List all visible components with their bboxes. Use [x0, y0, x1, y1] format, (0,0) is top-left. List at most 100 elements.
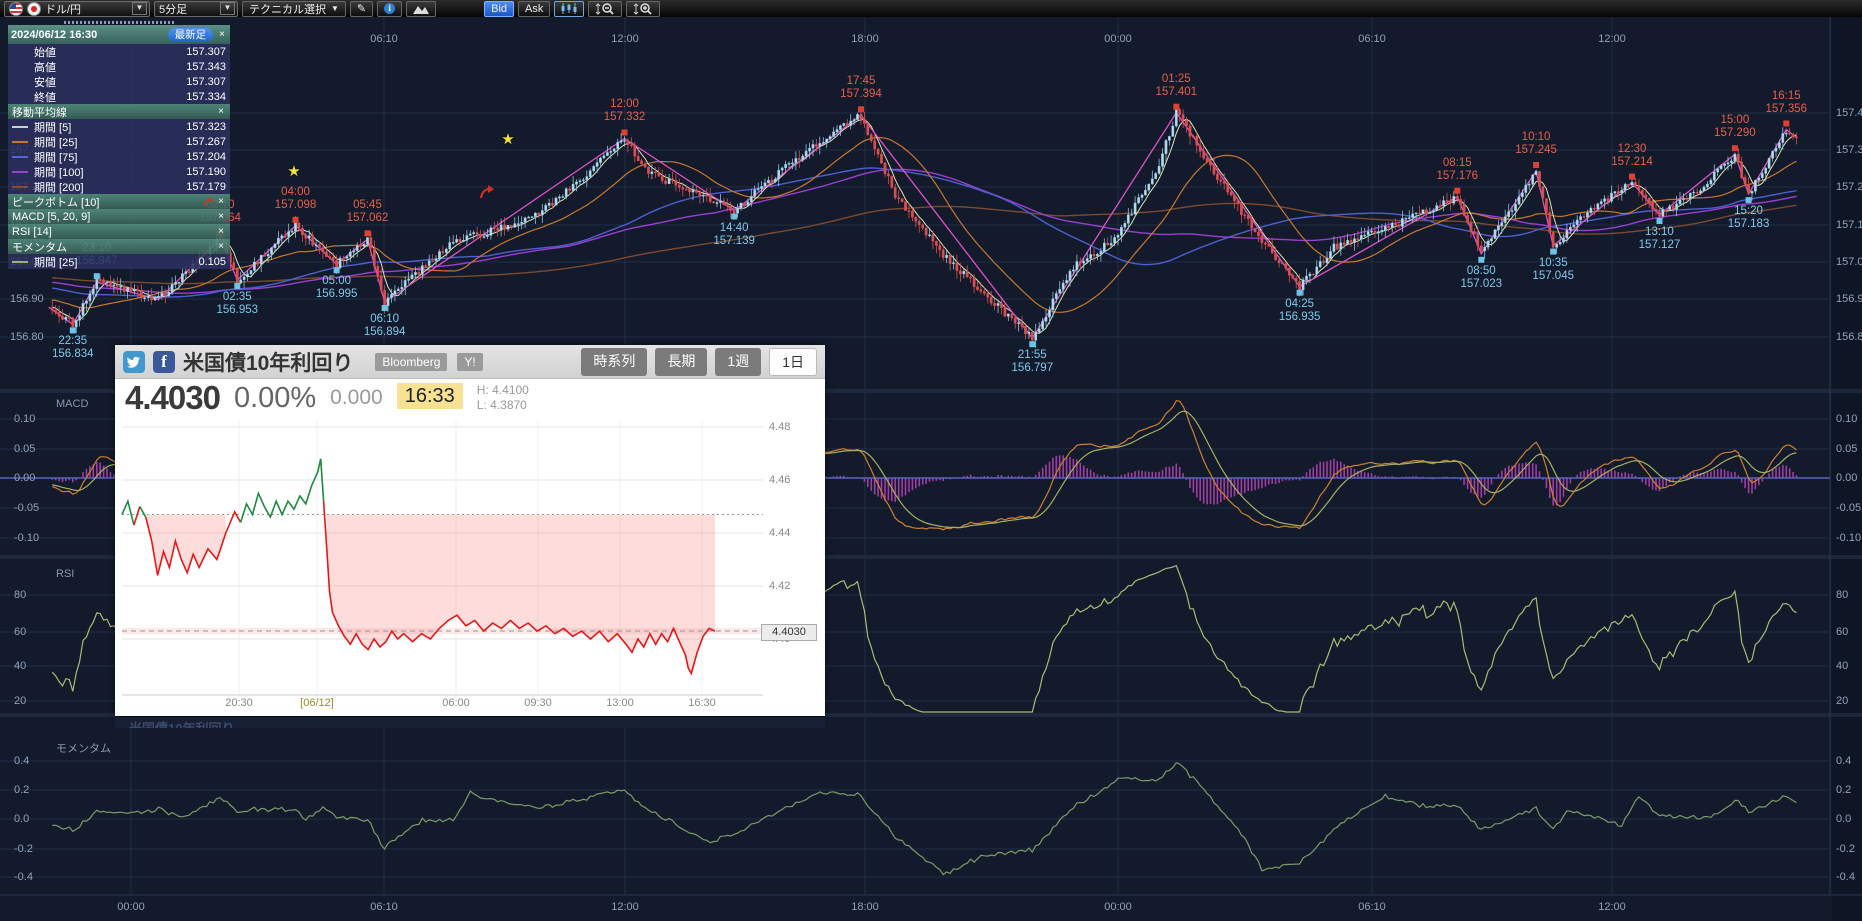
- bottom-marker: [1746, 197, 1752, 203]
- current-bar-datetime: 2024/06/12 16:30: [11, 29, 164, 41]
- panel-section-移動平均線: 移動平均線×: [8, 104, 230, 119]
- momentum-axis-label: -0.2: [1836, 843, 1855, 855]
- curl-arrow-icon: [478, 184, 498, 205]
- swing-time: 06:10: [364, 313, 406, 326]
- time-axis-label: 12:00: [1598, 33, 1626, 45]
- currency-pair-select[interactable]: ドル/円 ▼: [4, 1, 150, 17]
- close-icon[interactable]: ×: [216, 242, 226, 252]
- swing-annotation: 05:45157.062: [347, 199, 389, 225]
- range-tab-1日[interactable]: 1日: [769, 348, 817, 376]
- macd-axis-label: 0.10: [14, 413, 35, 425]
- swing-time: 16:15: [1765, 90, 1807, 103]
- peak-marker: [622, 130, 628, 136]
- rsi-axis-label: 80: [1836, 589, 1848, 601]
- swing-price: 157.098: [275, 199, 317, 212]
- info-icon: i: [384, 3, 395, 14]
- latest-bar-button[interactable]: 最新足: [168, 28, 214, 42]
- zoom-out-vertical-button[interactable]: [588, 1, 622, 17]
- time-axis-label: 06:10: [1358, 33, 1386, 45]
- panel-row: 終値157.334: [8, 89, 230, 104]
- swing-price: 157.183: [1728, 218, 1770, 231]
- momentum-axis-label: 0.4: [1836, 755, 1851, 767]
- swing-annotation: 22:35156.834: [52, 335, 94, 361]
- twitter-share-button[interactable]: [123, 351, 145, 373]
- yield-high-low: H: 4.4100 L: 4.3870: [477, 381, 529, 413]
- swing-price: 157.045: [1532, 270, 1574, 283]
- trading-app: ドル/円 ▼ 5分足 ▼ テクニカル選択 ▼ ✎ i Bid Ask: [0, 0, 1862, 921]
- bottom-marker: [1478, 257, 1484, 263]
- panel-row: 高値157.343: [8, 59, 230, 74]
- panel-row-value: 157.267: [186, 136, 226, 148]
- peak-marker: [1173, 104, 1179, 110]
- range-tabs: 時系列長期 1週 1日: [581, 348, 817, 376]
- momentum-title: モメンタム: [56, 740, 111, 756]
- panel-row-value: 157.307: [186, 46, 226, 58]
- yield-x-label: 06:00: [442, 697, 470, 709]
- momentum-axis-label: -0.4: [14, 871, 33, 883]
- swing-time: 05:00: [316, 275, 358, 288]
- close-icon[interactable]: ×: [216, 197, 226, 207]
- swing-annotation: 13:10157.127: [1639, 226, 1681, 252]
- bid-button[interactable]: Bid: [484, 1, 514, 17]
- swing-time: 08:15: [1436, 157, 1478, 170]
- swing-time: 08:50: [1460, 265, 1502, 278]
- panel-row-label: 始値: [34, 44, 186, 60]
- source-badge-Bloomberg[interactable]: Bloomberg: [375, 353, 447, 371]
- momentum-axis-label: 0.4: [14, 755, 29, 767]
- timeframe-label: 5分足: [159, 1, 216, 17]
- panel-row-value: 157.307: [186, 76, 226, 88]
- panel-row: 安値157.307: [8, 74, 230, 89]
- source-badge-Y![interactable]: Y!: [457, 353, 482, 371]
- panel-row-label: 期間 [5]: [34, 119, 186, 135]
- swing-annotation: 05:00156.995: [316, 275, 358, 301]
- price-axis-label: 157.1: [1836, 219, 1862, 231]
- panel-row-label: 安値: [34, 74, 186, 90]
- chevron-down-icon[interactable]: ▼: [132, 2, 147, 15]
- clipped-title-text: 米国債10年利回り: [129, 718, 825, 728]
- close-icon[interactable]: ×: [216, 227, 226, 237]
- range-tab-時系列[interactable]: 時系列: [581, 348, 647, 376]
- facebook-share-button[interactable]: f: [153, 351, 175, 373]
- candlestick-icon: [561, 3, 577, 14]
- swing-price: 156.894: [364, 326, 406, 339]
- mountain-chart-button[interactable]: [406, 1, 436, 17]
- time-axis-label: 12:00: [611, 33, 639, 45]
- swing-annotation: 12:00157.332: [604, 98, 646, 124]
- yield-popup-window[interactable]: f 米国債10年利回り BloombergY! 時系列長期1週1日 4.4030…: [115, 345, 825, 716]
- bottom-marker: [1657, 218, 1663, 224]
- close-icon[interactable]: ×: [217, 30, 227, 40]
- zoom-in-vertical-button[interactable]: [626, 1, 660, 17]
- swing-annotation: 16:15157.356: [1765, 90, 1807, 116]
- candle-style-button[interactable]: [554, 1, 584, 17]
- rsi-axis-label: 20: [1836, 695, 1848, 707]
- price-axis-label: 157.0: [1836, 256, 1862, 268]
- swing-annotation: 15:20157.183: [1728, 205, 1770, 231]
- swing-time: 02:35: [216, 291, 258, 304]
- draw-tool-button[interactable]: ✎: [350, 1, 373, 17]
- info-button[interactable]: i: [377, 1, 402, 17]
- macd-title: MACD: [56, 398, 88, 410]
- range-tab-1週[interactable]: 1週: [715, 348, 761, 376]
- yield-low: L: 4.3870: [477, 398, 529, 413]
- swing-time: 17:45: [840, 75, 882, 88]
- toolbar: ドル/円 ▼ 5分足 ▼ テクニカル選択 ▼ ✎ i Bid Ask: [0, 0, 1862, 17]
- range-tab-長期[interactable]: 長期: [655, 348, 707, 376]
- peak-marker: [293, 217, 299, 223]
- chevron-down-icon[interactable]: ▼: [220, 2, 235, 15]
- timeframe-select[interactable]: 5分足 ▼: [154, 1, 238, 17]
- swing-price: 157.176: [1436, 170, 1478, 183]
- bottom-marker: [1029, 341, 1035, 347]
- swing-time: 13:10: [1639, 226, 1681, 239]
- price-axis-label: 157.3: [1836, 144, 1862, 156]
- yield-chart[interactable]: [115, 417, 825, 716]
- swing-annotation: 15:00157.290: [1714, 114, 1756, 140]
- time-axis-label: 00:00: [1104, 33, 1132, 45]
- legend-dash: [12, 186, 28, 188]
- technical-select-button[interactable]: テクニカル選択 ▼: [242, 1, 346, 17]
- bottom-marker: [1297, 290, 1303, 296]
- close-icon[interactable]: ×: [216, 107, 226, 117]
- panel-row-value: 0.105: [198, 256, 226, 268]
- ask-button[interactable]: Ask: [518, 1, 550, 17]
- legend-dash: [12, 156, 28, 158]
- close-icon[interactable]: ×: [216, 212, 226, 222]
